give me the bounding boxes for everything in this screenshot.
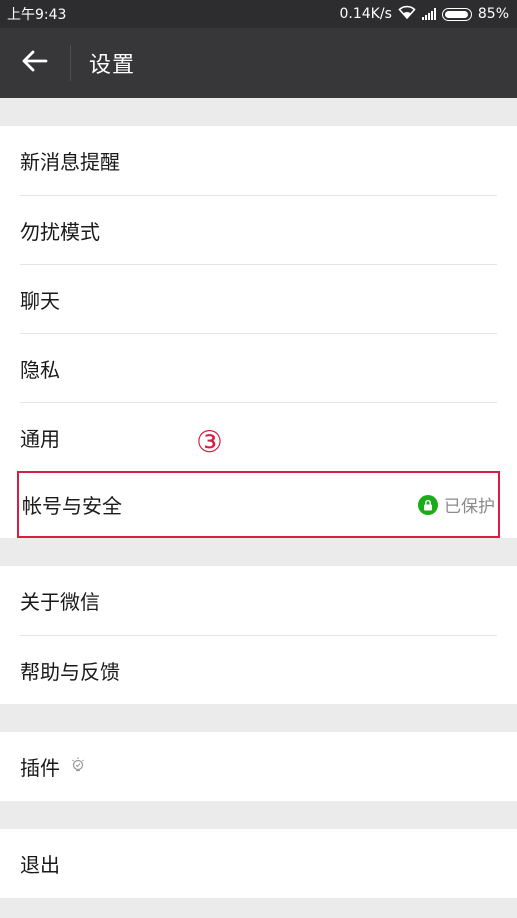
settings-item-do-not-disturb[interactable]: 勿扰模式 [20,195,497,264]
header-divider [70,45,71,81]
settings-item-label: 聊天 [20,288,60,313]
battery-level: 85% [477,6,509,22]
section-spacer [0,98,517,126]
settings-group-logout: 退出 [0,829,517,898]
plugins-label-wrap: 插件 [20,752,86,781]
lightbulb-icon [70,755,86,779]
settings-item-label: 帮助与反馈 [20,659,120,684]
settings-item-label: 勿扰模式 [20,219,100,244]
settings-item-label: 通用 [20,426,60,451]
page-title: 设置 [89,53,136,78]
battery-icon [441,7,472,21]
protection-status-text: 已保护 [444,497,495,517]
settings-item-label: 隐私 [20,357,60,382]
step-annotation-marker: ③ [196,425,223,460]
settings-item-notifications[interactable]: 新消息提醒 [20,126,497,195]
settings-item-label: 关于微信 [20,590,100,614]
back-button[interactable] [0,28,70,98]
section-spacer [0,801,517,829]
settings-item-general[interactable]: 通用 [20,402,497,471]
settings-item-label: 新消息提醒 [20,150,120,174]
account-protection-status: 已保护 [418,492,495,517]
settings-item-label: 插件 [20,756,60,780]
arrow-left-icon [22,50,48,76]
wifi-icon [398,5,416,23]
settings-item-label: 退出 [20,853,60,877]
app-bar: 设置 [0,28,517,98]
settings-item-logout[interactable]: 退出 [20,829,497,898]
settings-group-main: 新消息提醒 勿扰模式 聊天 隐私 通用 帐号与安全 已保护 [0,126,517,538]
settings-group-plugins: 插件 [0,732,517,801]
status-bar: 上午9:43 0.14K/s 85% [0,0,517,28]
settings-item-help-feedback[interactable]: 帮助与反馈 [20,635,497,704]
status-indicators: 0.14K/s 85% [339,5,509,23]
net-speed: 0.14K/s [339,6,392,22]
settings-item-plugins[interactable]: 插件 [20,732,497,801]
lock-icon [418,494,438,515]
settings-item-about-wechat[interactable]: 关于微信 [20,566,497,635]
settings-item-privacy[interactable]: 隐私 [20,333,497,402]
settings-item-label: 帐号与安全 [22,494,122,518]
cell-signal-icon [421,8,436,20]
settings-item-account-security[interactable]: 帐号与安全 已保护 [17,471,500,538]
settings-item-chat[interactable]: 聊天 [20,264,497,333]
section-spacer [0,704,517,732]
status-time: 上午9:43 [7,7,67,23]
settings-group-about: 关于微信 帮助与反馈 [0,566,517,704]
section-spacer [0,538,517,566]
